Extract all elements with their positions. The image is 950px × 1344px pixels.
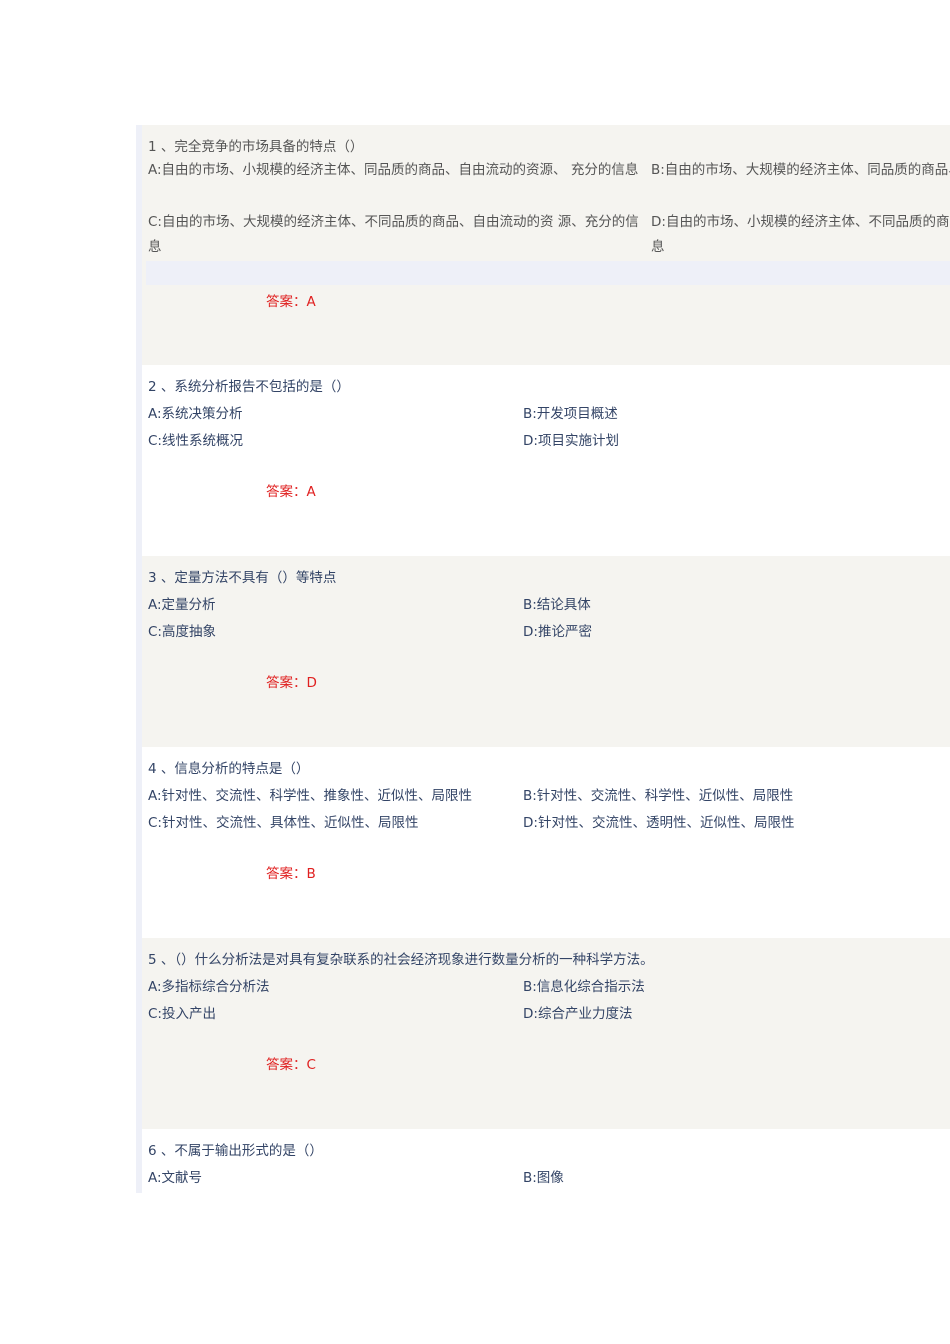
- question-title: 1 、完全竞争的市场具备的特点（）: [148, 139, 364, 155]
- answer: 答案：C: [266, 1057, 316, 1073]
- question-3: 3 、定量方法不具有（）等特点 A:定量分析 B:结论具体 C:高度抽象 D:推…: [142, 556, 950, 747]
- question-4: 4 、信息分析的特点是（） A:针对性、交流性、科学性、推象性、近似性、局限性 …: [142, 747, 950, 938]
- highlight-band: [146, 261, 950, 285]
- question-5: 5 、（）什么分析法是对具有复杂联系的社会经济现象进行数量分析的一种科学方法。 …: [142, 938, 950, 1129]
- question-title: 6 、不属于输出形式的是（）: [148, 1143, 323, 1159]
- option-c: C:高度抽象: [148, 624, 216, 640]
- option-a: A:定量分析: [148, 597, 216, 613]
- option-b: B:自由的市场、大规模的经济主体、同品质的商品、自由流动的资源、充分的信息: [651, 162, 950, 178]
- question-title: 5 、（）什么分析法是对具有复杂联系的社会经济现象进行数量分析的一种科学方法。: [148, 952, 654, 968]
- option-d: D:综合产业力度法: [523, 1006, 633, 1022]
- option-c: C:线性系统概况: [148, 433, 243, 449]
- option-a: A:多指标综合分析法: [148, 979, 270, 995]
- answer: 答案：A: [266, 484, 316, 500]
- option-c: C:投入产出: [148, 1006, 216, 1022]
- option-d: D:项目实施计划: [523, 433, 619, 449]
- option-a: A:系统决策分析: [148, 406, 243, 422]
- answer: 答案：A: [266, 294, 316, 310]
- option-a: A:自由的市场、小规模的经济主体、同品质的商品、自由流动的资源、 充分的信息: [148, 162, 639, 178]
- option-c: C:自由的市场、大规模的经济主体、不同品质的商品、自由流动的资 源、充分的信息: [148, 214, 639, 255]
- question-1: 1 、完全竞争的市场具备的特点（） A:自由的市场、小规模的经济主体、同品质的商…: [142, 125, 950, 365]
- question-2: 2 、系统分析报告不包括的是（） A:系统决策分析 B:开发项目概述 C:线性系…: [142, 365, 950, 556]
- question-title: 3 、定量方法不具有（）等特点: [148, 570, 337, 586]
- question-title: 4 、信息分析的特点是（）: [148, 761, 310, 777]
- option-b: B:结论具体: [523, 597, 591, 613]
- option-b: B:针对性、交流性、科学性、近似性、局限性: [523, 788, 794, 804]
- option-c: C:针对性、交流性、具体性、近似性、局限性: [148, 815, 419, 831]
- option-d: D:推论严密: [523, 624, 592, 640]
- answer: 答案：D: [266, 675, 317, 691]
- answer: 答案：B: [266, 866, 316, 882]
- option-a: A:针对性、交流性、科学性、推象性、近似性、局限性: [148, 788, 473, 804]
- question-title: 2 、系统分析报告不包括的是（）: [148, 379, 350, 395]
- option-a: A:文献号: [148, 1170, 203, 1186]
- option-b: B:开发项目概述: [523, 406, 618, 422]
- option-d: D:自由的市场、小规模的经济主体、不同品质的商品、自由流动的资源、充分的信息: [651, 214, 950, 255]
- option-d: D:针对性、交流性、透明性、近似性、局限性: [523, 815, 795, 831]
- question-6: 6 、不属于输出形式的是（） A:文献号 B:图像: [142, 1129, 950, 1193]
- option-b: B:信息化综合指示法: [523, 979, 645, 995]
- option-b: B:图像: [523, 1170, 564, 1186]
